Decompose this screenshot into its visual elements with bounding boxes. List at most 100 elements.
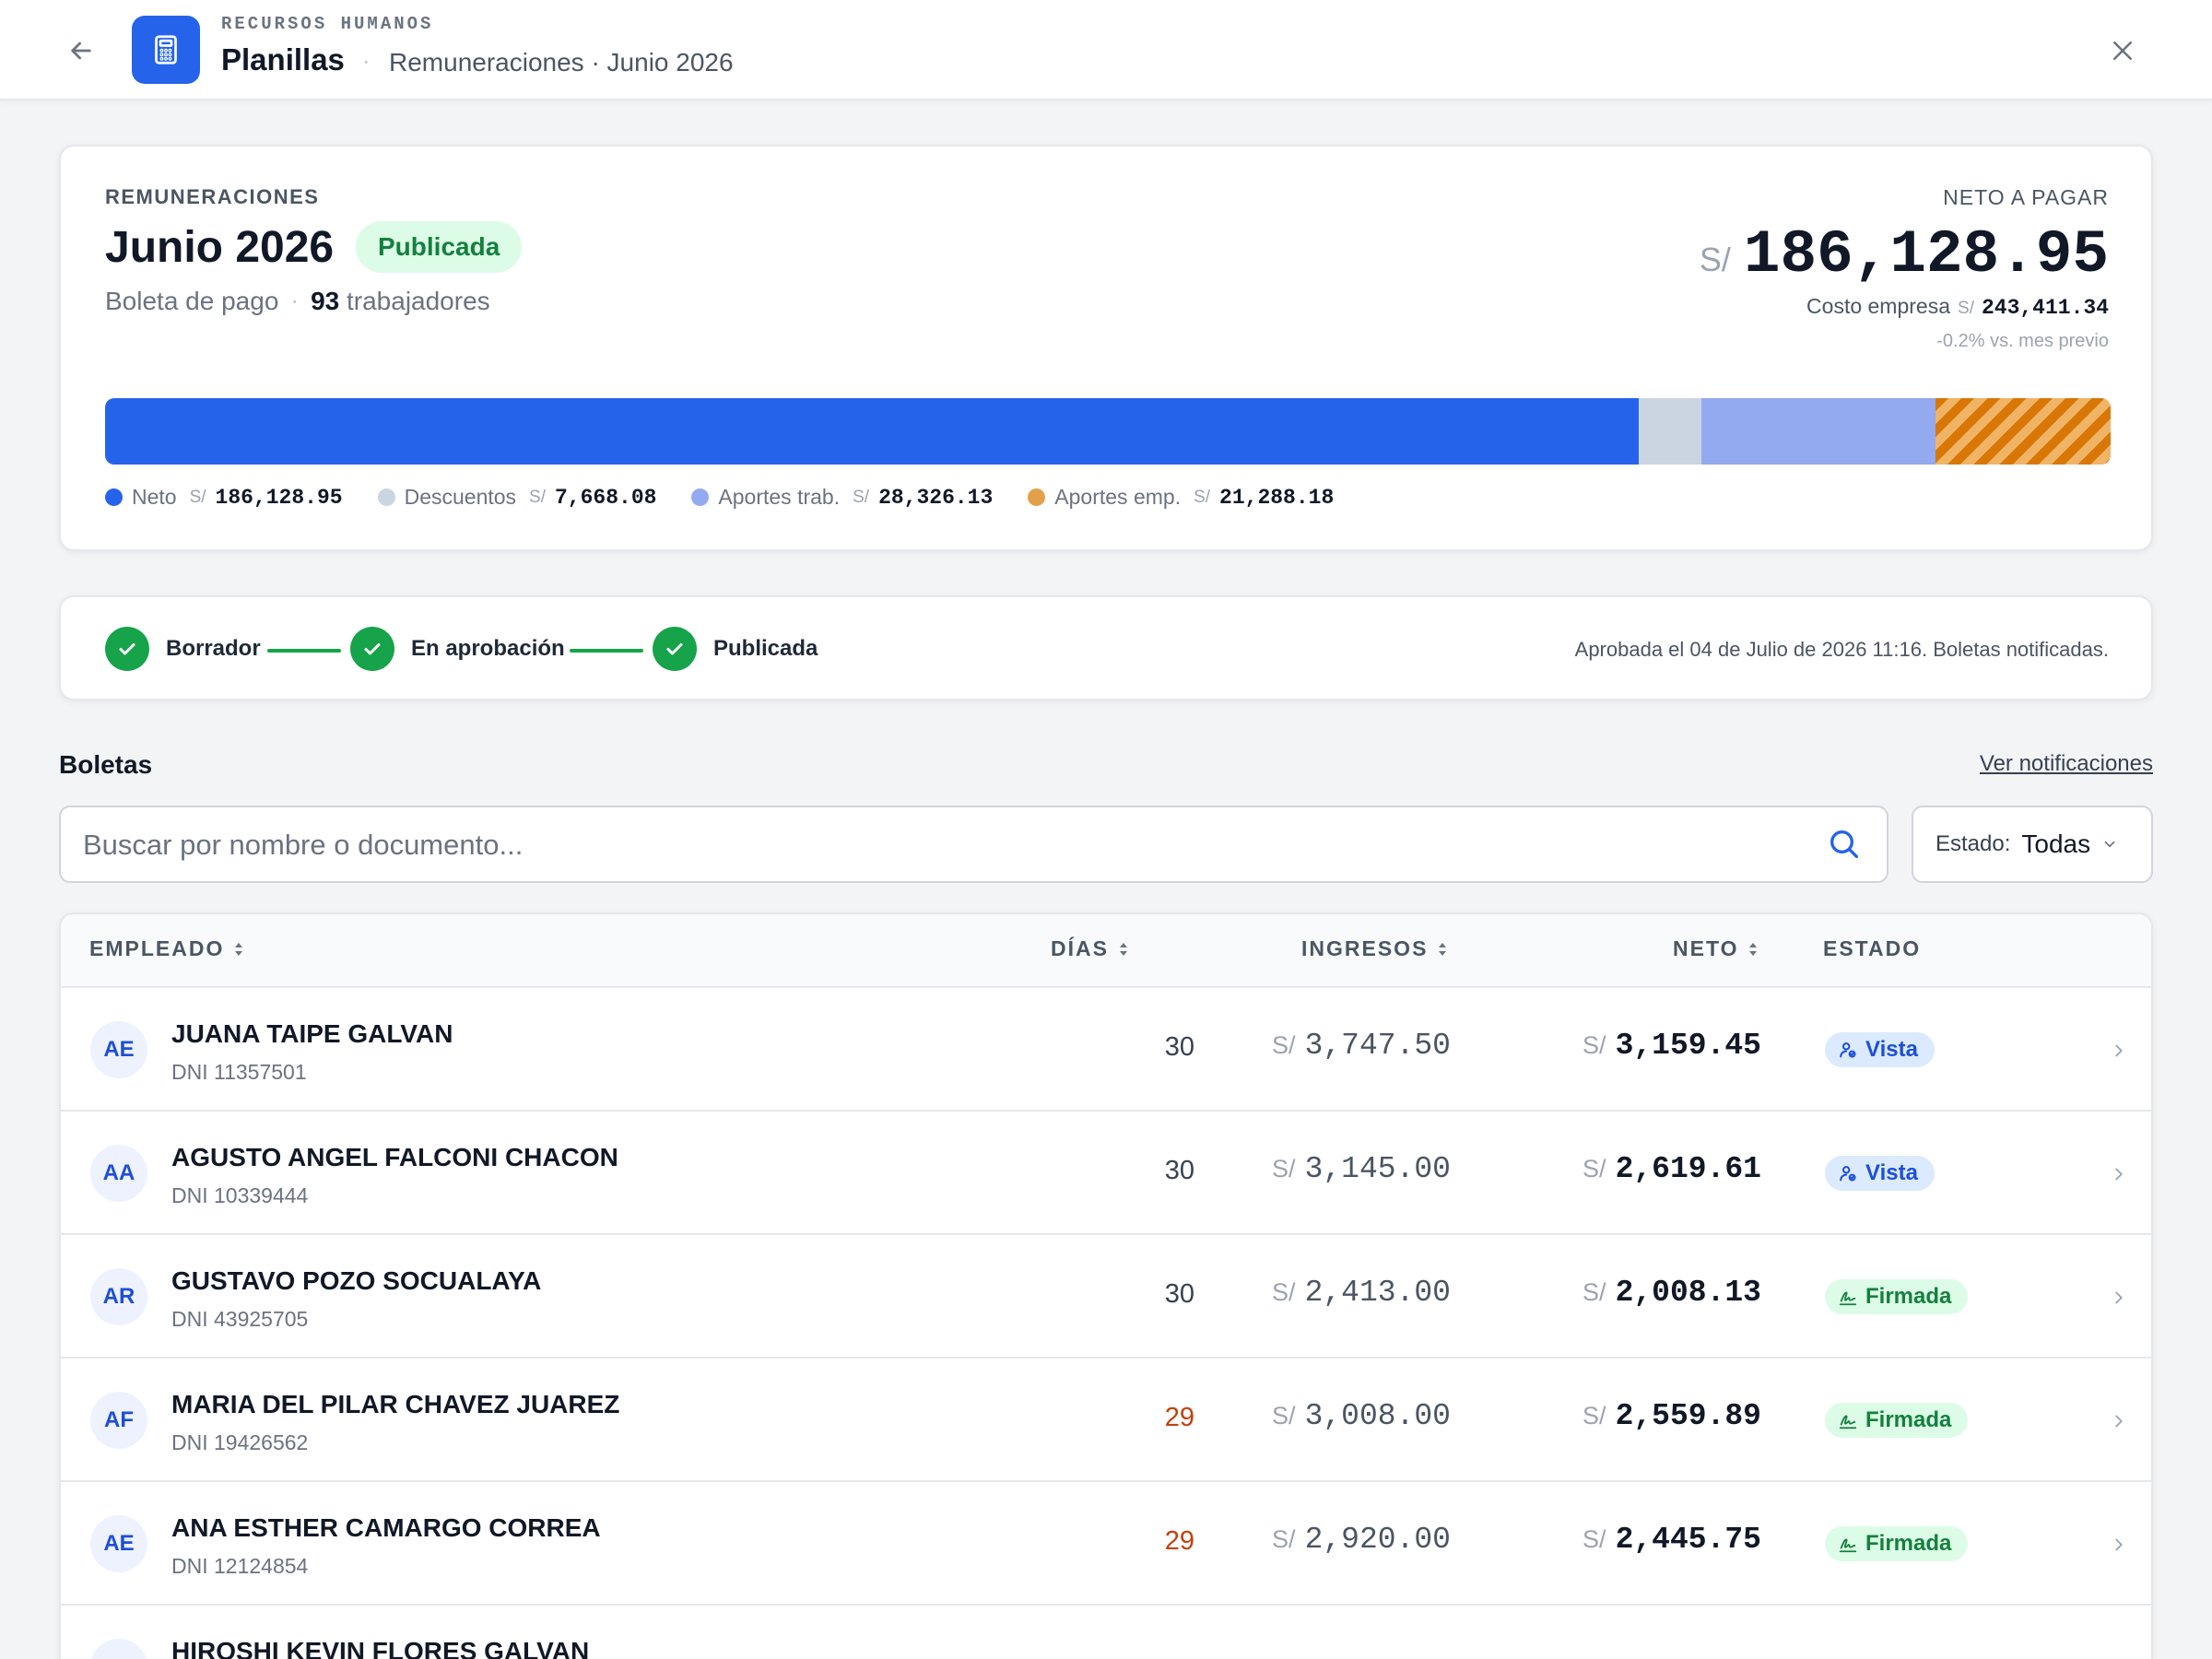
filter-value: Todas	[2021, 830, 2091, 858]
status-badge: Firmada	[1825, 1526, 1969, 1561]
notifications-link[interactable]: Ver notificaciones	[1980, 751, 2153, 777]
column-header-neto[interactable]: NETO	[1673, 936, 1759, 961]
status-badge: Firmada	[1825, 1403, 1969, 1438]
currency-symbol: S/	[1583, 1402, 1606, 1430]
search-icon[interactable]	[1826, 826, 1863, 863]
chevron-down-icon	[2104, 841, 2115, 848]
legend-dot	[691, 488, 710, 506]
user-viewed-icon	[1840, 1042, 1856, 1058]
dias-value: 29	[1164, 1526, 1194, 1556]
neto-value: 2,008.13	[1615, 1276, 1761, 1310]
employee-name: MARIA DEL PILAR CHAVEZ JUAREZ	[171, 1390, 620, 1418]
calculator-icon	[132, 16, 200, 84]
filter-label: Estado:	[1936, 831, 2011, 856]
column-header-ingresos[interactable]: INGRESOS	[1301, 936, 1448, 961]
column-header-estado: ESTADO	[1823, 936, 1921, 961]
neto-value: 2,559.89	[1615, 1399, 1761, 1433]
employee-name: AGUSTO ANGEL FALCONI CHACON	[171, 1143, 618, 1171]
ingresos-value: 2,920.00	[1304, 1523, 1451, 1557]
costo-label: Costo empresa	[1806, 294, 1951, 318]
boletas-table: EMPLEADO DÍAS INGRESOS NETO ESTADO AE JU…	[59, 912, 2153, 1659]
currency-symbol: S/	[1699, 241, 1731, 278]
currency-symbol: S/	[1272, 1278, 1296, 1306]
table-row[interactable]: HIROSHI KEVIN FLORES GALVAN	[61, 1606, 2151, 1659]
avatar	[90, 1639, 147, 1659]
chevron-right-icon	[2115, 1415, 2123, 1428]
neto-amount: S/3,159.45	[1583, 1029, 1761, 1063]
status-badge: Firmada	[1825, 1279, 1969, 1314]
step-label: Borrador	[166, 636, 261, 661]
bar-segment-aportes-emp	[1935, 398, 2111, 465]
table-row[interactable]: AE JUANA TAIPE GALVAN DNI 11357501 30 S/…	[61, 988, 2151, 1112]
legend-dot	[377, 488, 395, 506]
status-label: Firmada	[1865, 1284, 1952, 1309]
currency-symbol: S/	[1272, 1402, 1296, 1430]
currency-symbol: S/	[853, 487, 870, 507]
ingresos-value: 3,145.00	[1304, 1152, 1451, 1186]
legend-item-neto: Neto S/ 186,128.95	[105, 485, 343, 510]
legend-value: 28,326.13	[878, 485, 994, 510]
column-header-label: NETO	[1673, 936, 1739, 960]
check-icon	[105, 627, 149, 671]
back-button[interactable]	[59, 29, 103, 72]
currency-symbol: S/	[1583, 1525, 1606, 1553]
sort-icon	[1119, 942, 1127, 956]
chevron-right-icon	[2115, 1291, 2123, 1304]
summary-eyebrow: REMUNERACIONES	[105, 185, 320, 208]
avatar: AF	[90, 1392, 147, 1449]
legend-dot	[105, 488, 123, 506]
legend-value: 186,128.95	[215, 485, 343, 510]
bar-segment-aportes-trab	[1701, 398, 1936, 465]
breadcrumb: Remuneraciones · Junio 2026	[389, 48, 734, 76]
close-icon	[2113, 41, 2132, 60]
delta-vs-previous: -0.2% vs. mes previo	[1936, 331, 2109, 351]
currency-symbol: S/	[529, 487, 546, 507]
legend-value: 21,288.18	[1219, 485, 1335, 510]
employee-name: ANA ESTHER CAMARGO CORREA	[171, 1513, 601, 1542]
neto-value: 186,128.95	[1743, 220, 2109, 289]
employee-document: DNI 10339444	[171, 1183, 309, 1207]
ingresos-amount: S/2,413.00	[1272, 1276, 1451, 1310]
summary-subtitle: Boleta de pago · 93 trabajadores	[105, 287, 490, 316]
costo-empresa: Costo empresa S/ 243,411.34	[1806, 294, 2109, 320]
step-label: Publicada	[713, 636, 818, 661]
legend-item-descuentos: Descuentos S/ 7,668.08	[377, 485, 656, 510]
column-header-dias[interactable]: DÍAS	[1051, 936, 1129, 961]
step-publicada: Publicada	[653, 627, 818, 671]
status-filter-select[interactable]: Estado: Todas	[1912, 806, 2153, 883]
employee-document: DNI 43925705	[171, 1307, 309, 1331]
currency-symbol: S/	[1272, 1031, 1296, 1059]
avatar: AE	[90, 1515, 147, 1572]
user-viewed-icon	[1840, 1166, 1856, 1182]
period-title: Junio 2026	[105, 223, 335, 272]
workers-count-text: 93 trabajadores	[311, 287, 490, 316]
currency-symbol: S/	[1583, 1031, 1606, 1059]
table-row[interactable]: AF MARIA DEL PILAR CHAVEZ JUAREZ DNI 194…	[61, 1359, 2151, 1482]
currency-symbol: S/	[189, 487, 206, 507]
app-eyebrow: RECURSOS HUMANOS	[221, 14, 434, 34]
employee-name: HIROSHI KEVIN FLORES GALVAN	[171, 1637, 590, 1659]
table-row[interactable]: AA AGUSTO ANGEL FALCONI CHACON DNI 10339…	[61, 1112, 2151, 1235]
legend-dot	[1028, 488, 1046, 506]
table-row[interactable]: AR GUSTAVO POZO SOCUALAYA DNI 43925705 3…	[61, 1235, 2151, 1359]
close-button[interactable]	[2101, 29, 2144, 72]
neto-value: 2,445.75	[1615, 1523, 1761, 1557]
ingresos-amount: S/2,920.00	[1272, 1523, 1451, 1557]
workers-label: trabajadores	[347, 287, 490, 315]
search-input[interactable]	[83, 822, 1797, 868]
currency-symbol: S/	[1958, 299, 1974, 318]
breakdown-legend: Neto S/ 186,128.95 Descuentos S/ 7,668.0…	[105, 485, 1334, 510]
neto-amount: S/2,619.61	[1583, 1152, 1761, 1186]
ingresos-value: 2,413.00	[1304, 1276, 1451, 1310]
table-row[interactable]: AE ANA ESTHER CAMARGO CORREA DNI 1212485…	[61, 1482, 2151, 1606]
step-borrador: Borrador	[105, 627, 261, 671]
bar-segment-neto	[105, 398, 1639, 465]
legend-item-aportes-trab: Aportes trab. S/ 28,326.13	[691, 485, 993, 510]
signature-icon	[1839, 1538, 1857, 1553]
column-header-empleado[interactable]: EMPLEADO	[89, 936, 244, 961]
currency-symbol: S/	[1583, 1155, 1606, 1182]
legend-label: Descuentos	[404, 485, 517, 509]
currency-symbol: S/	[1272, 1525, 1296, 1553]
legend-label: Aportes trab.	[718, 485, 841, 509]
avatar: AR	[90, 1268, 147, 1325]
